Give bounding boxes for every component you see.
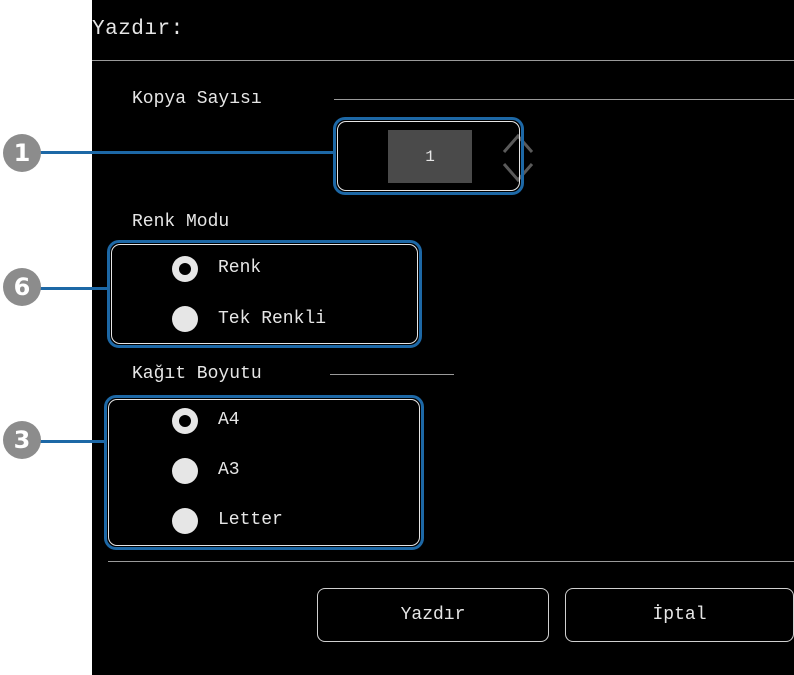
callout-line-6 [40, 287, 108, 290]
callout-box-color-mode [107, 240, 422, 348]
paper-size-label: Kağıt Boyutu [132, 364, 262, 384]
callout-line-3 [40, 440, 105, 443]
callout-badge-6: 6 [3, 268, 41, 306]
paper-size-section-line [330, 374, 454, 375]
cancel-button[interactable]: İptal [565, 588, 794, 642]
copies-label: Kopya Sayısı [132, 89, 262, 109]
callout-badge-3: 3 [3, 421, 41, 459]
title-divider [92, 60, 794, 61]
callout-line-1 [40, 151, 334, 154]
callout-box-copies [333, 117, 524, 195]
print-button[interactable]: Yazdır [317, 588, 549, 642]
callout-box-paper-size [104, 395, 424, 550]
dialog-title: Yazdır: [92, 18, 184, 41]
footer-divider [108, 561, 794, 562]
callout-badge-1: 1 [3, 134, 41, 172]
copies-section-line [334, 99, 794, 100]
color-mode-label: Renk Modu [132, 212, 230, 232]
